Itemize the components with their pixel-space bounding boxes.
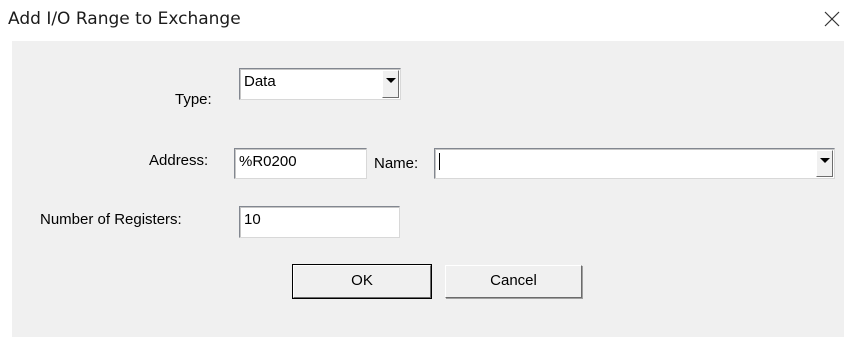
chevron-down-icon [386,78,396,83]
type-dropdown-value: Data [244,73,276,90]
type-dropdown-button[interactable] [382,70,399,98]
registers-input[interactable]: 10 [239,206,400,238]
dialog-window: Add I/O Range to Exchange Type: Data Add… [0,0,850,339]
name-label: Name: [374,155,419,172]
ok-button[interactable]: OK [292,264,432,299]
text-caret [439,153,440,170]
address-input[interactable]: %R0200 [234,148,367,179]
address-label: Address: [149,152,209,169]
close-button[interactable] [818,6,846,32]
cancel-button[interactable]: Cancel [445,265,582,298]
chevron-down-icon [820,158,830,163]
close-icon [824,11,840,27]
dialog-body: Type: Data Address: %R0200 Name: Number … [12,41,844,337]
type-dropdown[interactable]: Data [239,68,401,100]
address-value: %R0200 [239,153,297,170]
type-label: Type: [175,91,212,108]
registers-label: Number of Registers: [40,211,182,228]
name-dropdown-button[interactable] [816,150,833,177]
dialog-title: Add I/O Range to Exchange [8,9,241,29]
name-combobox[interactable] [434,148,835,179]
registers-value: 10 [244,211,261,228]
